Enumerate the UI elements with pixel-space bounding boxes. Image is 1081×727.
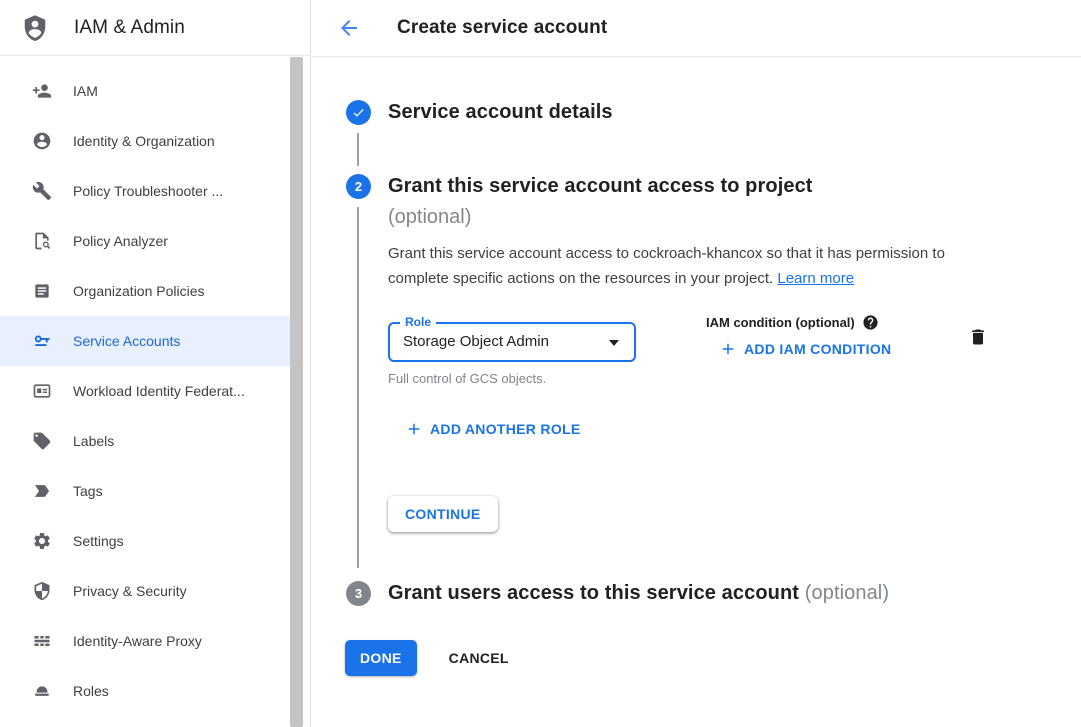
sidebar-item-label: Settings (73, 533, 124, 549)
id-card-icon (32, 381, 52, 401)
person-add-icon (32, 81, 52, 101)
step-1-title: Service account details (388, 101, 613, 124)
sidebar-item-identity-aware-proxy[interactable]: Identity-Aware Proxy (0, 616, 290, 666)
sidebar-item-label: Identity & Organization (73, 133, 215, 149)
role-select[interactable]: Role Storage Object Admin (388, 322, 636, 362)
service-account-key-icon (32, 331, 52, 351)
sidebar-item-tags[interactable]: Tags (0, 466, 290, 516)
sidebar-item-service-accounts[interactable]: Service Accounts (0, 316, 290, 366)
step-3-title: Grant users access to this service accou… (388, 582, 889, 605)
sidebar-item-policy-troubleshooter[interactable]: Policy Troubleshooter ... (0, 166, 290, 216)
iam-admin-page: IAM & Admin IAM Identity & Organization … (0, 0, 1081, 727)
main-panel: Create service account Service account d… (311, 0, 1081, 727)
role-helper-text: Full control of GCS objects. (388, 371, 706, 386)
role-select-label: Role (400, 315, 436, 329)
sidebar-item-iam[interactable]: IAM (0, 66, 290, 116)
role-row: Role Storage Object Admin Full control o… (388, 314, 988, 386)
hard-hat-icon (32, 681, 52, 701)
proxy-grid-icon (32, 631, 52, 651)
sidebar-item-label: Policy Troubleshooter ... (73, 183, 223, 199)
add-another-role-button[interactable]: ADD ANOTHER ROLE (405, 420, 581, 438)
sidebar-item-label: Labels (73, 433, 114, 449)
page-title: Create service account (397, 17, 607, 39)
gear-icon (32, 531, 52, 551)
add-iam-condition-label: ADD IAM CONDITION (744, 341, 891, 357)
sidebar-item-organization-policies[interactable]: Organization Policies (0, 266, 290, 316)
step-2-optional-label: (optional) (388, 202, 813, 233)
step-1-completed-check-icon (346, 100, 371, 125)
sidebar-item-policy-analyzer[interactable]: Policy Analyzer (0, 216, 290, 266)
doc-search-icon (32, 231, 52, 251)
step-1-service-account-details: Service account details (346, 100, 613, 125)
back-arrow-icon[interactable] (337, 16, 361, 40)
account-circle-icon (32, 131, 52, 151)
sidebar-item-label: Roles (73, 683, 109, 699)
add-another-role-label: ADD ANOTHER ROLE (430, 421, 581, 437)
sidebar-item-label: Identity-Aware Proxy (73, 633, 202, 649)
sidebar-scrollbar[interactable] (290, 57, 303, 727)
label-tag-icon (32, 431, 52, 451)
step-2-body: Grant this service account access to coc… (388, 241, 988, 532)
sidebar-header: IAM & Admin (0, 0, 310, 56)
plus-icon (405, 420, 423, 438)
app-title: IAM & Admin (74, 17, 185, 39)
stepper-content: Service account details 2 Grant this ser… (311, 57, 1081, 727)
done-button[interactable]: DONE (345, 640, 417, 676)
role-column: Role Storage Object Admin Full control o… (388, 314, 706, 386)
plus-icon (719, 340, 737, 358)
continue-button[interactable]: CONTINUE (388, 496, 498, 532)
step-3-title-text: Grant users access to this service accou… (388, 582, 799, 604)
step-2-title: Grant this service account access to pro… (388, 171, 813, 202)
role-select-value: Storage Object Admin (390, 324, 634, 360)
step-2-number-badge: 2 (346, 174, 371, 199)
learn-more-link[interactable]: Learn more (777, 270, 854, 287)
sidebar: IAM & Admin IAM Identity & Organization … (0, 0, 311, 727)
step-connector (357, 133, 359, 166)
shield-half-icon (32, 581, 52, 601)
step-2-header: 2 Grant this service account access to p… (346, 171, 813, 233)
sidebar-item-roles[interactable]: Roles (0, 666, 290, 716)
add-iam-condition-button[interactable]: ADD IAM CONDITION (719, 340, 891, 358)
step-3-optional-label: (optional) (805, 582, 889, 604)
step-3-header: 3 Grant users access to this service acc… (346, 581, 889, 606)
step-3-number-badge: 3 (346, 581, 371, 606)
sidebar-item-identity-organization[interactable]: Identity & Organization (0, 116, 290, 166)
iam-shield-logo-icon (20, 13, 50, 43)
dropdown-caret-icon (609, 340, 619, 346)
sidebar-item-label: Tags (73, 483, 103, 499)
main-header: Create service account (311, 0, 1081, 57)
sidebar-item-label: Privacy & Security (73, 583, 187, 599)
wrench-icon (32, 181, 52, 201)
step-2-description: Grant this service account access to coc… (388, 241, 988, 291)
tag-arrow-icon (32, 481, 52, 501)
sidebar-item-label: Policy Analyzer (73, 233, 168, 249)
iam-condition-column: IAM condition (optional) ADD IAM CONDITI… (706, 314, 958, 386)
doc-lines-icon (32, 281, 52, 301)
sidebar-item-label: Service Accounts (73, 333, 180, 349)
help-icon[interactable] (862, 314, 879, 331)
description-text: Grant this service account access to coc… (388, 245, 945, 287)
cancel-button[interactable]: CANCEL (433, 640, 525, 676)
sidebar-item-workload-identity-federation[interactable]: Workload Identity Federat... (0, 366, 290, 416)
delete-role-trash-icon[interactable] (968, 327, 988, 347)
step-connector (357, 207, 359, 568)
sidebar-item-settings[interactable]: Settings (0, 516, 290, 566)
sidebar-nav: IAM Identity & Organization Policy Troub… (0, 56, 310, 716)
sidebar-item-label: IAM (73, 83, 98, 99)
sidebar-item-privacy-security[interactable]: Privacy & Security (0, 566, 290, 616)
sidebar-item-labels[interactable]: Labels (0, 416, 290, 466)
sidebar-item-label: Organization Policies (73, 283, 205, 299)
sidebar-item-label: Workload Identity Federat... (73, 383, 245, 399)
iam-condition-label: IAM condition (optional) (706, 315, 855, 330)
form-actions: DONE CANCEL (345, 640, 525, 676)
